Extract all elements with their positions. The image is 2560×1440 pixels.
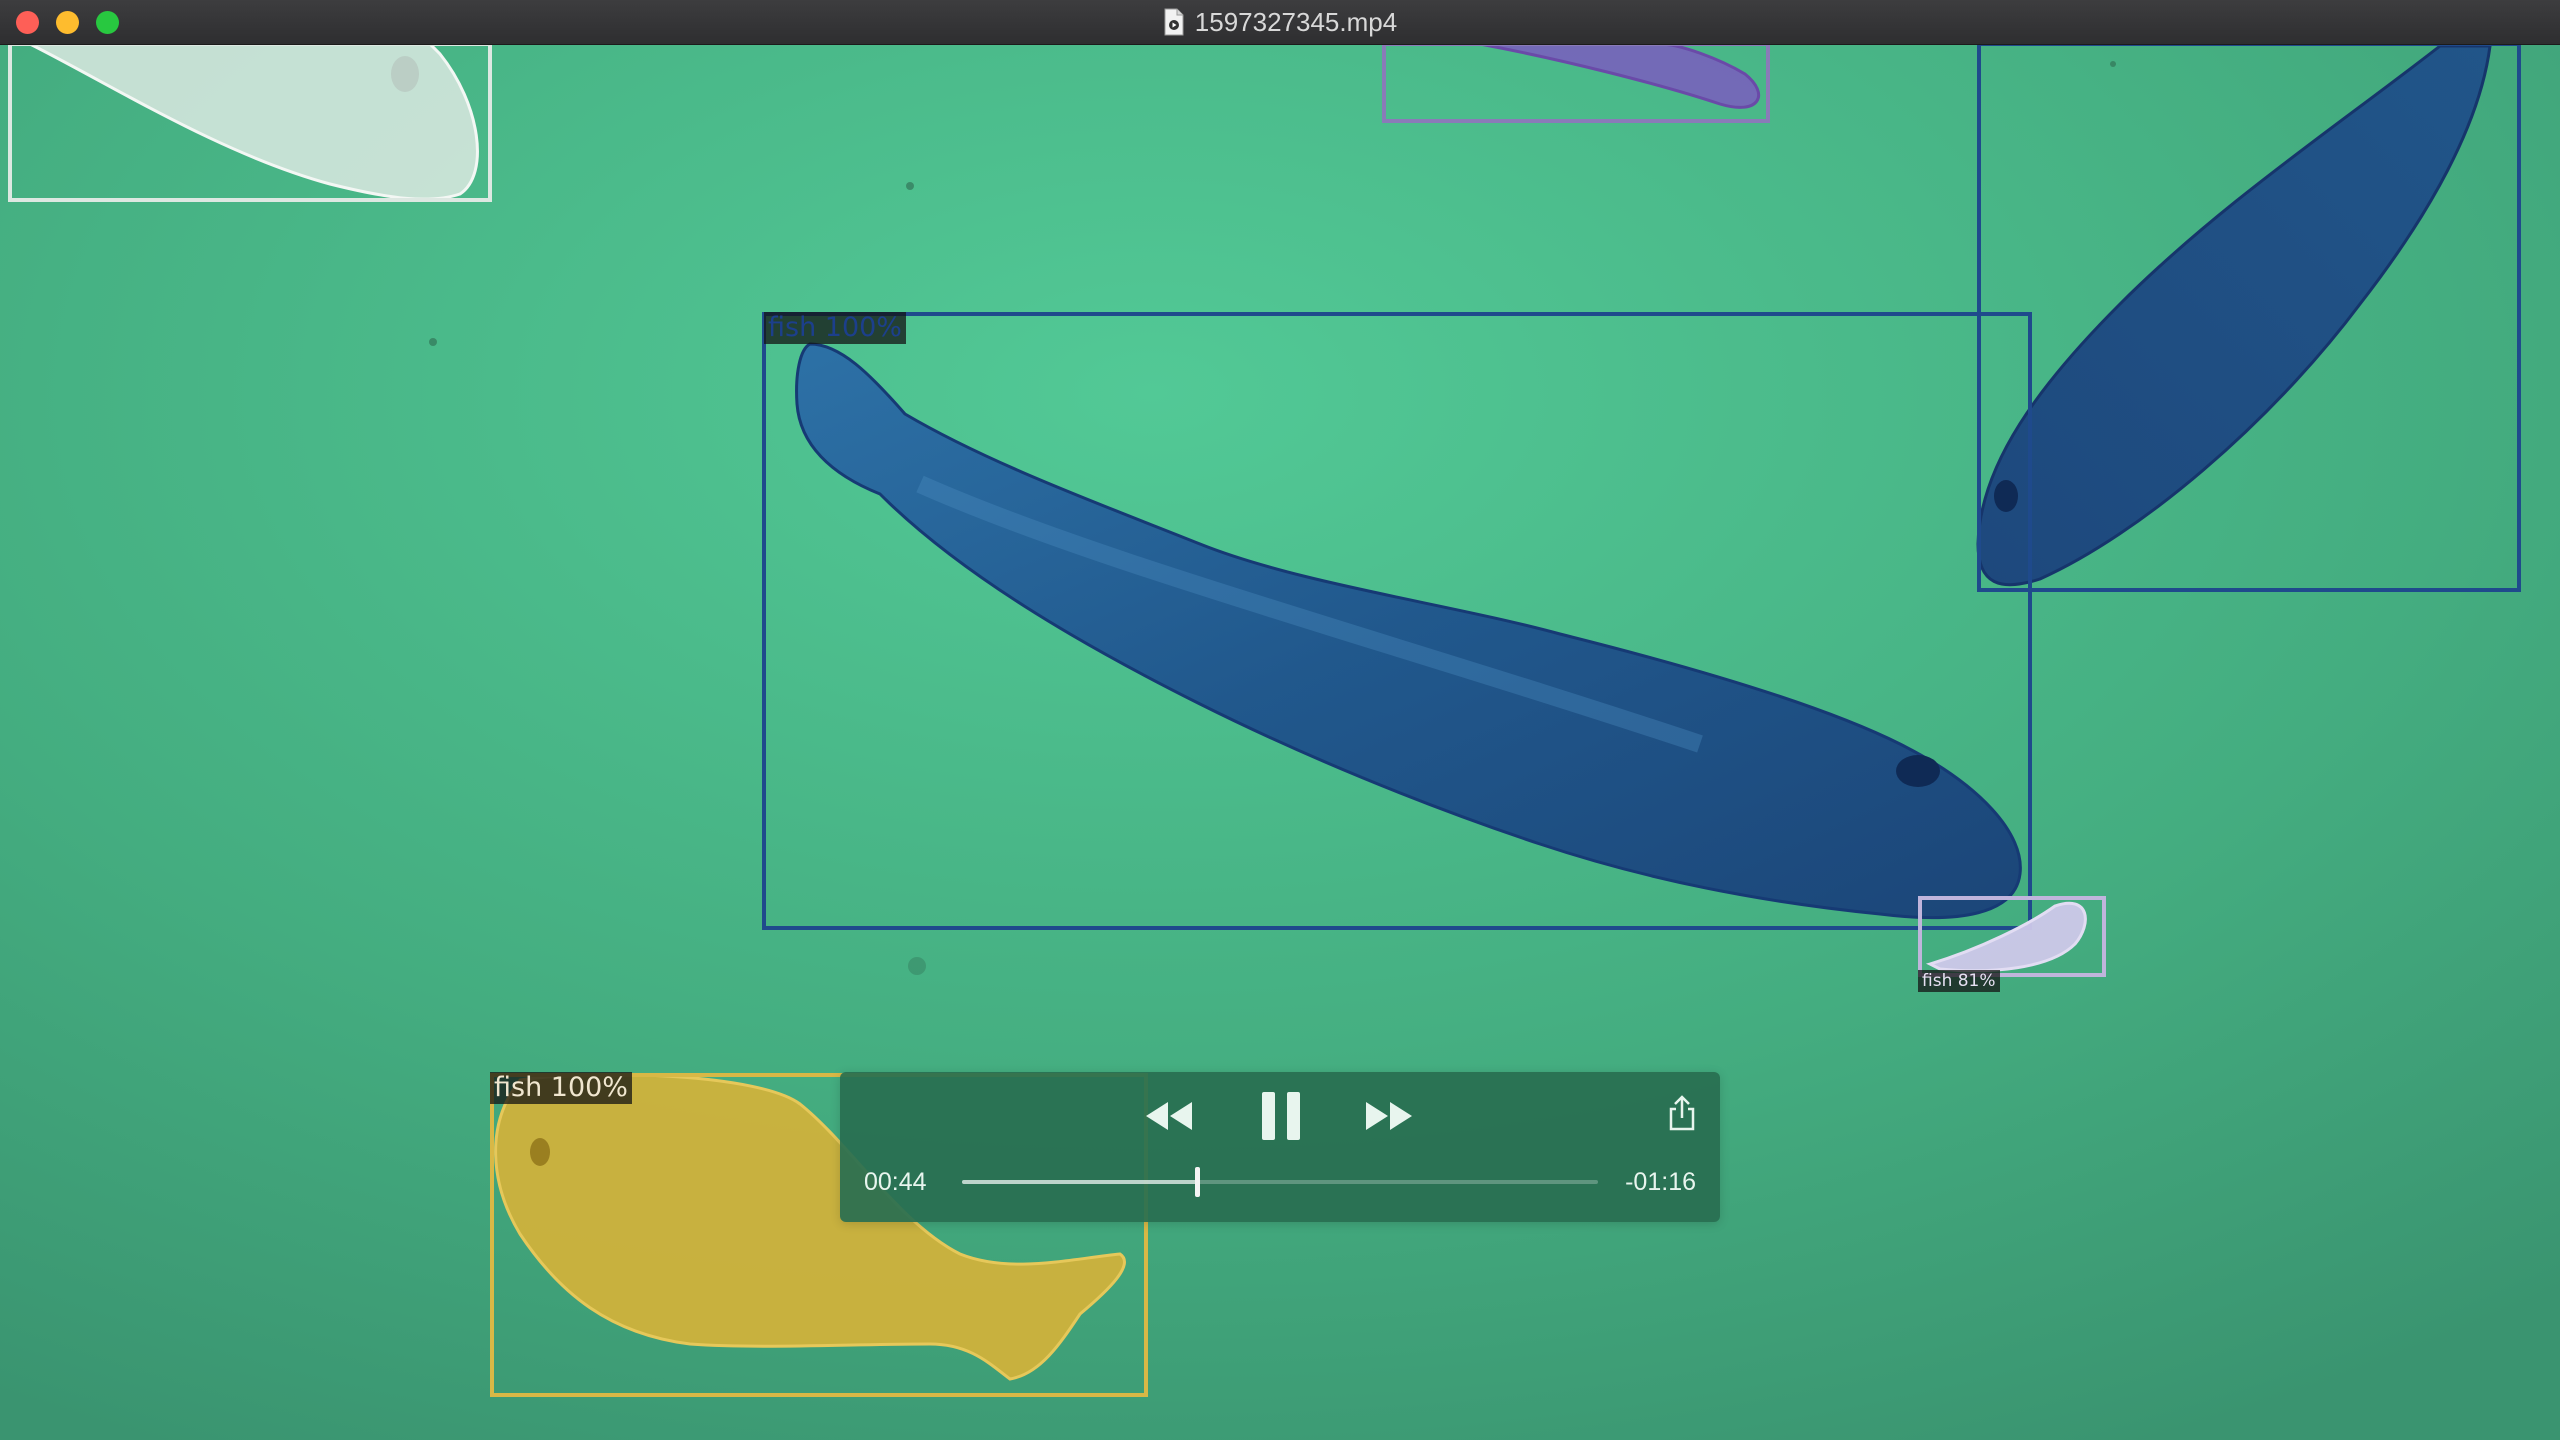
video-frame[interactable]: fish 100% fish 100% fish 81% [0,44,2560,1440]
video-file-icon [1164,8,1184,36]
video-frame-canvas [0,44,2560,1440]
window-title-group: 1597327345.mp4 [0,0,2560,44]
detection-label-central: fish 100% [764,312,906,344]
pause-icon[interactable] [1258,1086,1306,1146]
window-title: 1597327345.mp4 [1194,6,1398,37]
share-icon[interactable] [1666,1094,1698,1132]
progress-fill [962,1180,1198,1184]
title-bar[interactable]: 1597327345.mp4 [0,0,2560,45]
remaining-time: -01:16 [1625,1168,1696,1196]
video-player-window: 1597327345.mp4 fish 100% fish 100% fish … [0,0,2560,1440]
playback-controls: 00:44 -01:16 [840,1072,1720,1222]
fast-forward-icon[interactable] [1362,1096,1416,1136]
rewind-icon[interactable] [1142,1096,1196,1136]
progress-track[interactable] [962,1167,1598,1197]
detection-label-yellow: fish 100% [490,1072,632,1104]
progress-scrubber[interactable] [1195,1167,1201,1197]
elapsed-time: 00:44 [864,1168,927,1196]
detection-label-small: fish 81% [1918,970,2000,992]
